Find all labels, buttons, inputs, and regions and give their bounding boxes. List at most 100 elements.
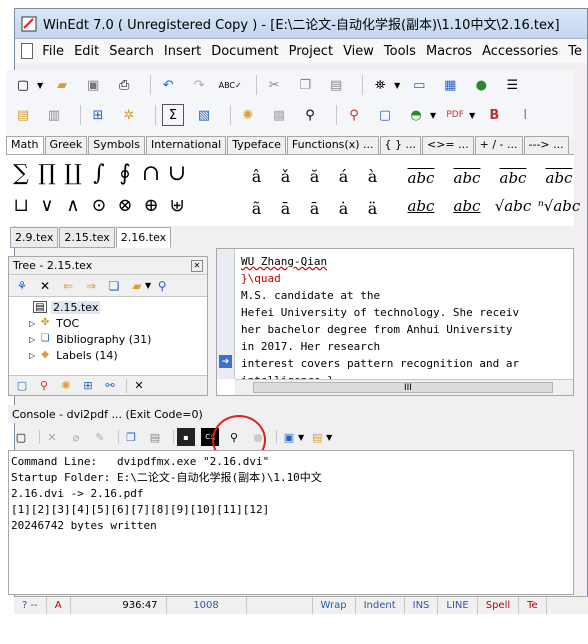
symbol-button[interactable]: ∧: [60, 195, 86, 216]
tree-icon[interactable]: ⊞: [87, 104, 109, 126]
options-icon[interactable]: ▤: [308, 428, 326, 446]
bucket-icon[interactable]: ◓: [405, 104, 427, 126]
chevron-down-icon[interactable]: ▼: [37, 81, 43, 90]
open-folder-icon[interactable]: ▰: [51, 74, 73, 96]
close-icon[interactable]: ✕: [43, 428, 61, 446]
symbol-button[interactable]: ∏: [34, 161, 60, 186]
tab-arrows[interactable]: ---> ...: [523, 136, 569, 154]
editor-text[interactable]: WU Zhang-Qian}\quad M.S. candidate at the…: [241, 253, 519, 389]
tab-functions[interactable]: Functions(x) ...: [286, 136, 379, 154]
chevron-down-icon[interactable]: ▼: [298, 433, 304, 442]
list-icon[interactable]: ☰: [501, 74, 523, 96]
tab-2-9-tex[interactable]: 2.9.tex: [10, 227, 59, 248]
accent-button[interactable]: ä: [358, 199, 387, 218]
symbol-button[interactable]: ⊙: [86, 195, 112, 216]
symbol-button[interactable]: ∐: [60, 161, 86, 186]
menu-view[interactable]: View: [338, 44, 379, 59]
open-folder-icon[interactable]: ▰: [128, 277, 146, 295]
close-icon[interactable]: ✕: [36, 277, 54, 295]
window-icon[interactable]: ▢: [374, 104, 396, 126]
symbol-button[interactable]: ⊗: [112, 195, 138, 216]
forward-icon[interactable]: ⇒: [82, 277, 100, 295]
chevron-down-icon[interactable]: ▼: [145, 281, 151, 290]
tab-symbols[interactable]: Symbols: [88, 136, 145, 154]
expand-icon[interactable]: ▷: [29, 351, 35, 360]
back-icon[interactable]: ⇐: [59, 277, 77, 295]
tab-operators[interactable]: + / - ...: [474, 136, 523, 154]
pin-icon[interactable]: ⚲: [153, 277, 171, 295]
accent-button[interactable]: ã: [242, 199, 271, 218]
tab-relations[interactable]: <>= ...: [421, 136, 474, 154]
tree-item-labels[interactable]: ▷ ◆ Labels (14): [29, 347, 207, 363]
insert-image-icon[interactable]: ▧: [193, 104, 215, 126]
editor-pane[interactable]: ➜ WU Zhang-Qian}\quad M.S. candidate at t…: [216, 248, 574, 396]
accent-button[interactable]: ă: [300, 167, 329, 186]
menu-file[interactable]: File: [37, 44, 69, 59]
nth-root-button[interactable]: ⁿ√abc: [536, 197, 582, 215]
tab-math[interactable]: Math: [6, 136, 44, 154]
status-wrap[interactable]: Wrap: [313, 597, 356, 614]
gear-icon[interactable]: ✺: [237, 104, 259, 126]
menu-search[interactable]: Search: [104, 44, 159, 59]
tree-root-item[interactable]: ▤ 2.15.tex: [33, 299, 207, 315]
menu-te[interactable]: Te: [563, 44, 587, 59]
overrightarrow-button[interactable]: abc: [536, 169, 582, 187]
menu-insert[interactable]: Insert: [159, 44, 206, 59]
window-icon[interactable]: ▢: [12, 428, 30, 446]
undo-icon[interactable]: ↶: [157, 74, 179, 96]
save-icon[interactable]: ▣: [82, 74, 104, 96]
expand-icon[interactable]: ▷: [29, 335, 35, 344]
symbol-button[interactable]: ⊔: [8, 195, 34, 216]
chevron-down-icon[interactable]: ▼: [326, 433, 332, 442]
menu-edit[interactable]: Edit: [69, 44, 104, 59]
wizard-icon[interactable]: ✲: [118, 104, 140, 126]
scrollbar-thumb[interactable]: III: [253, 382, 553, 393]
accent-button[interactable]: à: [358, 167, 387, 186]
tree-item-toc[interactable]: ▷ ✤ TOC: [29, 315, 207, 331]
status-ins[interactable]: INS: [405, 597, 439, 614]
copy-icon[interactable]: ❐: [122, 428, 140, 446]
chevron-down-icon[interactable]: ▼: [469, 111, 475, 120]
overbrace-button[interactable]: abc: [398, 197, 444, 215]
spell-check-icon[interactable]: ABC✓: [219, 74, 242, 96]
print-icon[interactable]: ⎙: [113, 74, 135, 96]
symbol-button[interactable]: ⊕: [138, 195, 164, 216]
tab-braces[interactable]: { } ...: [379, 136, 421, 154]
accent-button[interactable]: â: [242, 167, 271, 186]
new-document-icon[interactable]: ▤: [12, 104, 34, 126]
link-icon[interactable]: ⚯: [101, 378, 119, 394]
tab-typeface[interactable]: Typeface: [227, 136, 286, 154]
status-help[interactable]: ? --: [14, 597, 47, 614]
find-icon[interactable]: ⛯: [369, 74, 391, 96]
window-icon[interactable]: ▢: [13, 378, 31, 394]
symbol-button[interactable]: ∮: [112, 161, 138, 186]
symbol-button[interactable]: ∩: [138, 161, 164, 186]
sigma-icon[interactable]: Σ: [162, 104, 184, 126]
menu-macros[interactable]: Macros: [421, 44, 477, 59]
redo-icon[interactable]: ↷: [188, 74, 210, 96]
terminal-icon[interactable]: ▪: [177, 428, 195, 446]
status-spell[interactable]: Spell: [478, 597, 520, 614]
accent-button[interactable]: ā: [271, 199, 300, 218]
symbol-button[interactable]: ∪: [164, 161, 190, 186]
status-indent[interactable]: Indent: [356, 597, 405, 614]
status-line-mode[interactable]: LINE: [438, 597, 478, 614]
symbol-button[interactable]: ∨: [34, 195, 60, 216]
erase-icon[interactable]: ⌀: [67, 428, 85, 446]
chevron-down-icon[interactable]: ▼: [394, 81, 400, 90]
accent-button[interactable]: ā: [300, 199, 329, 218]
accent-button[interactable]: ǎ: [271, 167, 300, 186]
close-icon[interactable]: ✕: [130, 378, 148, 394]
tools-icon[interactable]: ✎: [91, 428, 109, 446]
screen-icon[interactable]: ▦: [439, 74, 461, 96]
expand-icon[interactable]: ▷: [29, 319, 35, 328]
clipboard-icon[interactable]: ▥: [43, 104, 65, 126]
menu-project[interactable]: Project: [284, 44, 338, 59]
underline-button[interactable]: abc: [444, 197, 490, 215]
status-mode[interactable]: A: [47, 597, 71, 614]
widehat-button[interactable]: abc: [398, 169, 444, 187]
paste-icon[interactable]: ▤: [146, 428, 164, 446]
tab-international[interactable]: International: [145, 136, 227, 154]
tab-2-16-tex[interactable]: 2.16.tex: [115, 227, 172, 248]
status-te[interactable]: Te: [519, 597, 547, 614]
